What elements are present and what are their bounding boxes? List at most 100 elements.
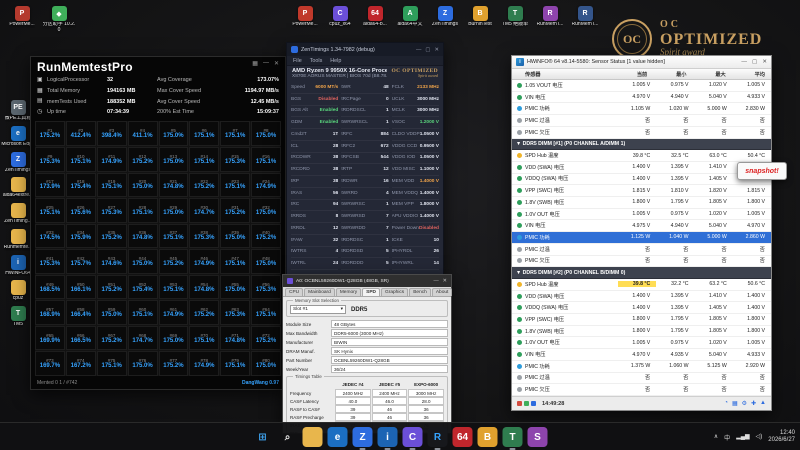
desktop-icon[interactable]: P PowerMe...	[5, 6, 39, 34]
memtest-cell: #60 175.1%	[128, 300, 158, 325]
close-icon[interactable]: ✕	[434, 47, 439, 53]
tray-icon[interactable]: 中	[724, 433, 730, 442]
sensor-row[interactable]: VDD (SWA) 电压 1.400 V 1.395 V 1.410 V 1.4…	[512, 162, 771, 174]
menu-item[interactable]: Tools	[310, 58, 323, 64]
sensor-row[interactable]: ▼ DDR5 DIMM [#2] (P0 CHANNEL B/DIMM 0)	[512, 267, 771, 279]
sensor-row[interactable]: VIN 电压 4.975 V 4.940 V 5.040 V 4.970 V	[512, 220, 771, 232]
taskbar-app-icon[interactable]: ⌕	[278, 427, 298, 447]
desktop-icon[interactable]: C cpuz_x64	[323, 6, 357, 28]
tab[interactable]: SPD	[362, 288, 380, 296]
sensor-row[interactable]: 1.8V (SWB) 电压 1.800 V 1.795 V 1.805 V 1.…	[512, 197, 771, 209]
desktop-icon[interactable]: Z ZenTimings	[428, 6, 462, 28]
memtest-grid-icon[interactable]: ▦	[252, 60, 258, 67]
tab[interactable]: CPU	[285, 288, 303, 296]
desktop-icons-top-row: P PowerMe... C cpuz_x64 64 aida64-b... A…	[288, 6, 602, 28]
sensor-current: 1.005 V	[618, 82, 656, 88]
statusbar-button-icon[interactable]: ▲	[760, 400, 766, 407]
sensor-row[interactable]: VIN 电压 4.970 V 4.940 V 5.040 V 4.933 V	[512, 92, 771, 104]
memory-slot-select[interactable]: Slot #1 ▾	[290, 305, 346, 314]
tab[interactable]: Bench	[409, 288, 431, 296]
menu-item[interactable]: File	[293, 58, 302, 64]
taskbar-app-icon[interactable]: S	[528, 427, 548, 447]
sensor-row[interactable]: PMIC 功耗 1.375 W 1.060 W 5.125 W 2.920 W	[512, 361, 771, 373]
tab[interactable]: Graphics	[381, 288, 408, 296]
sensor-current: 1.400 V	[618, 305, 656, 311]
minimize-icon[interactable]: —	[741, 59, 747, 65]
minimize-icon[interactable]: —	[263, 60, 269, 67]
sensor-row[interactable]: PMIC 功耗 1.105 W 1.020 W 5.000 W 2.830 W	[512, 103, 771, 115]
taskbar-app-icon[interactable]: R	[428, 427, 448, 447]
snapshot-button[interactable]: snapshot!	[737, 162, 787, 180]
sensor-row[interactable]: PMIC 欠压 否 否 否 否	[512, 127, 771, 139]
sensor-row[interactable]: 1.0V OUT 电压 1.005 V 0.975 V 1.020 V 1.00…	[512, 209, 771, 221]
minimize-icon[interactable]: —	[416, 47, 421, 53]
taskbar-app-icon[interactable]: ⊞	[253, 427, 273, 447]
timing-value: 36	[408, 413, 444, 421]
tab[interactable]: Mainboard	[304, 288, 335, 296]
tray-icon[interactable]: ◁)	[756, 433, 763, 442]
taskbar-clock[interactable]: 12:40 2026/6/27	[768, 430, 795, 445]
maximize-icon[interactable]: ▢	[425, 47, 430, 53]
sensor-row[interactable]: PMIC 过温 否 否 否 否	[512, 373, 771, 385]
desktop-icon[interactable]: T TM5 绝版单	[498, 6, 532, 28]
sensor-row[interactable]: PMIC 欠压 否 否 否 否	[512, 256, 771, 268]
statusbar-button-icon[interactable]: ◔	[724, 400, 728, 407]
taskbar-app-icon[interactable]: T	[503, 427, 523, 447]
sensor-row[interactable]: SPD Hub 温度 39.8 °C 32.2 °C 63.2 °C 50.6 …	[512, 279, 771, 291]
maximize-icon[interactable]: ▢	[752, 59, 757, 65]
taskbar-app-icon[interactable]	[303, 427, 323, 447]
statusbar-button-icon[interactable]: ⚙	[742, 400, 747, 407]
sensor-row[interactable]: VPP (SWC) 电压 1.815 V 1.810 V 1.820 V 1.8…	[512, 185, 771, 197]
sensor-row[interactable]: VPP (SWC) 电压 1.800 V 1.795 V 1.805 V 1.8…	[512, 314, 771, 326]
taskbar-app-icon[interactable]: Z	[353, 427, 373, 447]
minimize-icon[interactable]: —	[433, 278, 438, 284]
sensor-row[interactable]: VDDQ (SWA) 电压 1.400 V 1.395 V 1.405 V 1.…	[512, 302, 771, 314]
taskbar-app-icon[interactable]: C	[403, 427, 423, 447]
taskbar-app-icon[interactable]: e	[328, 427, 348, 447]
desktop-icon[interactable]: 64 aida64-b...	[358, 6, 392, 28]
sensor-row[interactable]: PMIC 欠压 否 否 否 否	[512, 384, 771, 396]
sensor-row[interactable]: PMIC 过温 否 否 否 否	[512, 244, 771, 256]
statusbar-button-icon[interactable]: ▦	[732, 400, 738, 407]
field-label: DRAM Manuf.	[286, 349, 328, 354]
sensor-table-header: 传感器 当前 最小 最大 平均	[512, 69, 771, 80]
desktop-icon[interactable]: R RunMemT...	[568, 6, 602, 28]
tab[interactable]: About	[432, 288, 453, 296]
timing-row: tRDWR 16	[341, 176, 388, 188]
desktop-icon[interactable]: A aida64中文	[393, 6, 427, 28]
sensor-row[interactable]: 1.8V (SWB) 电压 1.800 V 1.795 V 1.805 V 1.…	[512, 326, 771, 338]
sensor-row[interactable]: PMIC 过温 否 否 否 否	[512, 115, 771, 127]
desktop-icon[interactable]: P PowerMe...	[288, 6, 322, 28]
sensor-row[interactable]: VIN 电压 4.970 V 4.935 V 5.040 V 4.933 V	[512, 349, 771, 361]
sensor-row[interactable]: 1.0V OUT 电压 1.005 V 0.975 V 1.020 V 1.00…	[512, 337, 771, 349]
sensor-row[interactable]: 1.05 VOUT 电压 1.005 V 0.975 V 1.020 V 1.0…	[512, 80, 771, 92]
sensor-max: 1.805 V	[695, 199, 733, 205]
statusbar-button-icon[interactable]: ✚	[751, 400, 756, 407]
sensor-row[interactable]: ▼ DDR5 DIMM [#1] (P0 CHANNEL A/DIMM 1)	[512, 139, 771, 151]
menu-item[interactable]: Help	[330, 58, 341, 64]
taskbar-app-icon[interactable]: i	[378, 427, 398, 447]
sensor-min: 否	[656, 129, 694, 136]
taskbar-app-icon[interactable]: B	[478, 427, 498, 447]
field-label: Max Bandwidth	[286, 331, 328, 336]
tray-icon[interactable]: ∧	[714, 433, 718, 442]
desktop-icon[interactable]: B BurninTest	[463, 6, 497, 28]
desktop-icon[interactable]: ◆ 分区助手 10.2.0	[42, 6, 76, 34]
cell-coverage: 174.8%	[163, 184, 183, 190]
sensor-row[interactable]: PMIC 功耗 1.125 W 1.040 W 5.000 W 2.860 W	[512, 232, 771, 244]
close-icon[interactable]: ✕	[762, 59, 767, 65]
sensor-row[interactable]: VDDQ (SWA) 电压 1.400 V 1.395 V 1.405 V 1.…	[512, 174, 771, 186]
sensor-icon	[517, 106, 522, 111]
close-icon[interactable]: ✕	[274, 60, 279, 67]
sensor-row[interactable]: SPD Hub 温度 39.8 °C 32.5 °C 63.0 °C 50.4 …	[512, 150, 771, 162]
tab[interactable]: Memory	[336, 288, 361, 296]
timing-value: 5	[386, 249, 389, 254]
app-icon: A	[403, 6, 418, 21]
tray-icon[interactable]: ▂▄▆	[736, 433, 749, 442]
taskbar-app-icon[interactable]: 64	[453, 427, 473, 447]
sensor-row[interactable]: VDD (SWA) 电压 1.400 V 1.395 V 1.410 V 1.4…	[512, 291, 771, 303]
desktop-icon[interactable]: R RunMemT...	[533, 6, 567, 28]
close-icon[interactable]: ✕	[443, 278, 447, 284]
sensor-label: 1.05 VOUT 电压	[525, 82, 618, 89]
timing-value: 0	[386, 97, 389, 102]
